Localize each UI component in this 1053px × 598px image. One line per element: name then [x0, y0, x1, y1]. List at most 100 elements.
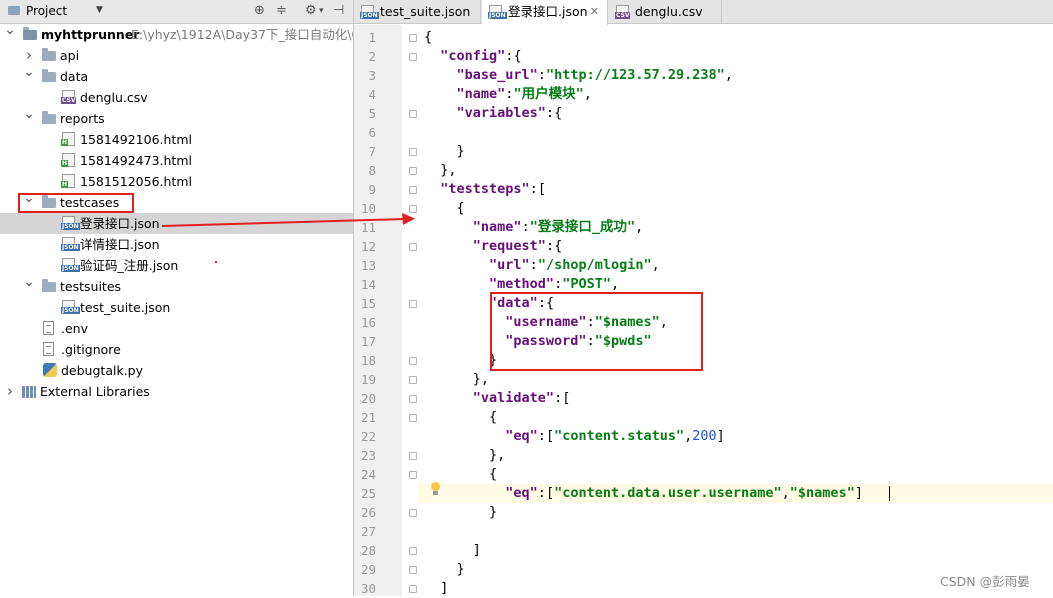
fold-toggle-icon[interactable]: [409, 110, 417, 118]
tree-item-label: test_suite.json: [80, 300, 171, 315]
code-line: },: [424, 371, 490, 387]
folder-icon: [42, 111, 56, 124]
tree-item-label: debugtalk.py: [61, 363, 143, 378]
line-number: 18: [360, 353, 376, 368]
tree-item-label: 1581512056.html: [80, 174, 192, 189]
line-number: 11: [360, 220, 376, 235]
line-number: 6: [368, 125, 376, 140]
tree-item-external-libraries[interactable]: › External Libraries: [0, 381, 353, 402]
line-number: 20: [360, 391, 376, 406]
fold-toggle-icon[interactable]: [409, 414, 417, 422]
fold-toggle-icon[interactable]: [409, 243, 417, 251]
fold-toggle-icon[interactable]: [409, 300, 417, 308]
tree-item-label: 登录接口.json: [80, 216, 160, 231]
line-number: 23: [360, 448, 376, 463]
tree-item-data[interactable]: ⌄ data: [0, 64, 353, 87]
tab-login-api-json[interactable]: JSON 登录接口.json ✕: [482, 0, 608, 25]
chevron-right-icon[interactable]: ›: [4, 381, 16, 402]
tree-item-api[interactable]: › api: [0, 45, 353, 66]
line-number: 14: [360, 277, 376, 292]
json-file-icon: JSON: [360, 5, 379, 19]
collapse-all-icon[interactable]: ≑: [276, 3, 287, 18]
tab-denglu-csv[interactable]: CSV denglu.csv: [609, 0, 722, 24]
line-number: 5: [368, 106, 376, 121]
chevron-down-icon[interactable]: ⌄: [23, 272, 35, 293]
tab-test-suite-json[interactable]: JSON test_suite.json: [354, 0, 481, 24]
fold-toggle-icon[interactable]: [409, 452, 417, 460]
hide-panel-icon[interactable]: ⊣: [333, 3, 344, 18]
fold-toggle-icon[interactable]: [409, 509, 417, 517]
code-line: "url":"/shop/mlogin",: [489, 257, 660, 273]
line-number: 30: [360, 581, 376, 596]
code-line: "name":"用户模块",: [456, 86, 592, 102]
editor-tab-bar: JSON test_suite.json JSON 登录接口.json ✕ CS…: [354, 0, 1053, 25]
code-line: "teststeps":[: [440, 181, 546, 197]
gear-icon[interactable]: ⚙: [305, 3, 317, 18]
project-path: E:\yhyz\1912A\Day37下_接口自动化\03: [131, 27, 354, 42]
code-line: }: [424, 352, 498, 368]
fold-toggle-icon[interactable]: [409, 186, 417, 194]
chevron-down-icon[interactable]: ⌄: [4, 20, 16, 41]
tree-item-gitignore[interactable]: .gitignore: [0, 339, 353, 360]
project-panel: Project ▼ ⊕ ≑ ⚙ ▾ ⊣ ⌄ myhttprunner E:\yhyz…: [0, 0, 354, 596]
tree-item-1581512056-html[interactable]: H 1581512056.html: [0, 171, 353, 192]
line-number: 2: [368, 49, 376, 64]
code-line: "validate":[: [472, 390, 571, 406]
json-file-icon: JSON: [61, 300, 80, 314]
line-number: 15: [360, 296, 376, 311]
tree-item-label: 1581492473.html: [80, 153, 192, 168]
tree-item-json[interactable]: JSON 详情接口.json: [0, 234, 353, 255]
stray-red-dot: [215, 261, 217, 263]
fold-toggle-icon[interactable]: [409, 547, 417, 555]
json-file-icon: JSON: [61, 216, 80, 230]
line-number: 7: [368, 144, 376, 159]
code-line: }: [424, 143, 465, 159]
fold-toggle-icon[interactable]: [409, 585, 417, 593]
tree-item-testsuites[interactable]: ⌄ testsuites: [0, 274, 353, 297]
fold-toggle-icon[interactable]: [409, 471, 417, 479]
fold-toggle-icon[interactable]: [409, 357, 417, 365]
chevron-down-icon[interactable]: ▼: [96, 5, 103, 15]
text-file-icon: [43, 321, 54, 335]
code-line: }: [424, 561, 465, 577]
tree-item-1581492473-html[interactable]: H 1581492473.html: [0, 150, 353, 171]
project-view-selector[interactable]: Project: [8, 4, 67, 18]
line-number: 1: [368, 30, 376, 45]
fold-toggle-icon[interactable]: [409, 205, 417, 213]
tree-item-denglu-csv[interactable]: CSV denglu.csv: [0, 87, 353, 108]
tree-item-1581492106-html[interactable]: H 1581492106.html: [0, 129, 353, 150]
tree-item-debugtalk-py[interactable]: debugtalk.py: [0, 360, 353, 381]
tree-item-test-suite-json[interactable]: JSON test_suite.json: [0, 297, 353, 318]
lightbulb-icon[interactable]: [430, 482, 440, 495]
fold-toggle-icon[interactable]: [409, 376, 417, 384]
tab-label: denglu.csv: [635, 4, 703, 19]
line-number: 16: [360, 315, 376, 330]
tree-item-label: External Libraries: [40, 384, 150, 399]
fold-toggle-icon[interactable]: [409, 34, 417, 42]
tree-item-label: .env: [61, 321, 88, 336]
fold-toggle-icon[interactable]: [409, 167, 417, 175]
project-folder-icon: [8, 6, 20, 15]
tree-item-label: reports: [60, 111, 105, 126]
close-icon[interactable]: ✕: [590, 0, 599, 24]
chevron-down-icon[interactable]: ▾: [319, 6, 324, 16]
fold-toggle-icon[interactable]: [409, 148, 417, 156]
fold-toggle-icon[interactable]: [409, 53, 417, 61]
locate-icon[interactable]: ⊕: [254, 3, 265, 18]
line-number: 28: [360, 543, 376, 558]
html-file-icon: H: [61, 132, 75, 146]
fold-toggle-icon[interactable]: [409, 566, 417, 574]
tree-item-reports[interactable]: ⌄ reports: [0, 106, 353, 129]
tree-item-json[interactable]: JSON 验证码_注册.json: [0, 255, 353, 276]
text-file-icon: [43, 342, 54, 356]
tree-item-myhttprunner[interactable]: ⌄ myhttprunner E:\yhyz\1912A\Day37下_接口自动化\…: [0, 22, 354, 45]
code-line: {: [424, 200, 465, 216]
fold-toggle-icon[interactable]: [409, 395, 417, 403]
line-number: 21: [360, 410, 376, 425]
chevron-down-icon[interactable]: ⌄: [23, 104, 35, 125]
chevron-down-icon[interactable]: ⌄: [23, 62, 35, 83]
tree-item-json[interactable]: JSON 登录接口.json: [0, 213, 353, 234]
tree-item-env[interactable]: .env: [0, 318, 353, 339]
tree-item-label: testsuites: [60, 279, 122, 294]
code-line: },: [424, 162, 457, 178]
